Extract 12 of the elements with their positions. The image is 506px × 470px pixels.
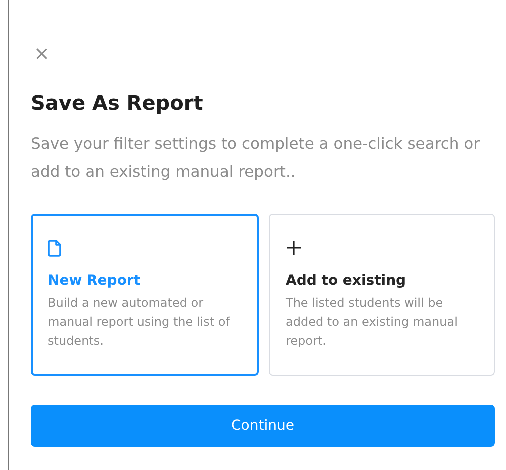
- close-button[interactable]: ×: [34, 40, 50, 68]
- option-title: New Report: [48, 273, 142, 289]
- continue-button[interactable]: Continue: [31, 405, 495, 447]
- option-title: Add to existing: [286, 273, 408, 289]
- dialog-description: Save your filter settings to complete a one-click search or add to an existing manual report..: [31, 134, 481, 183]
- document-icon: [48, 240, 62, 256]
- plus-icon: [286, 240, 302, 256]
- dialog-title: Save As Report: [31, 90, 204, 117]
- option-description: Build a new automated or manual report using the list of students.: [48, 295, 232, 350]
- option-card[interactable]: Add to existing The listed students will be added to an existing manual report.: [269, 214, 495, 376]
- option-description: The listed students will be added to an existing manual report.: [286, 295, 459, 350]
- option-card[interactable]: New Report Build a new automated or manual report using the list of students.: [31, 214, 259, 376]
